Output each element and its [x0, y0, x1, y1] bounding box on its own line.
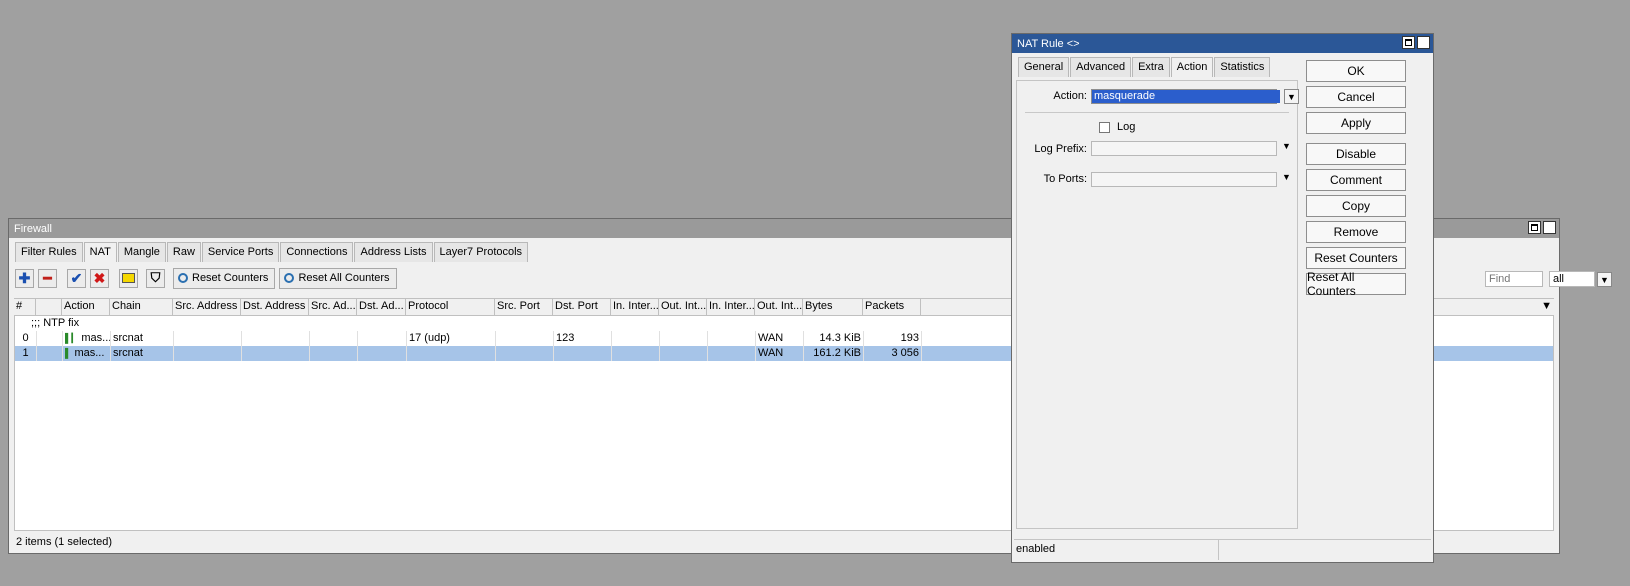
divider: [1025, 112, 1289, 113]
col-in-interface-list[interactable]: In. Inter...: [707, 299, 755, 315]
maximize-icon[interactable]: [1528, 221, 1541, 234]
tab-statistics[interactable]: Statistics: [1214, 57, 1271, 77]
remove-button[interactable]: Remove: [1306, 221, 1406, 243]
disable-icon[interactable]: ✖: [90, 268, 109, 288]
reset-all-icon: [284, 273, 295, 283]
reset-counters-button[interactable]: Reset Counters: [173, 267, 276, 289]
tab-general[interactable]: General: [1018, 57, 1070, 77]
log-checkbox[interactable]: [1099, 122, 1110, 133]
col-out-interface-list[interactable]: Out. Int...: [755, 299, 803, 315]
maximize-icon[interactable]: [1402, 36, 1415, 49]
to-ports-dropdown-icon[interactable]: ▼: [1282, 172, 1291, 182]
action-dropdown-icon[interactable]: ▼: [1284, 89, 1299, 104]
col-chain[interactable]: Chain: [110, 299, 173, 315]
nat-rule-window: NAT Rule <> General Advanced Extra Actio…: [1011, 33, 1434, 563]
firewall-title: Firewall: [14, 222, 52, 235]
add-icon[interactable]: ✚: [15, 268, 34, 288]
col-action[interactable]: Action: [62, 299, 110, 315]
col-src-port[interactable]: Src. Port: [495, 299, 553, 315]
apply-button[interactable]: Apply: [1306, 112, 1406, 134]
tab-service-ports[interactable]: Service Ports: [201, 242, 280, 262]
nat-rule-statusbar: enabled: [1014, 539, 1431, 560]
close-icon[interactable]: [1417, 35, 1430, 49]
to-ports-label: To Ports:: [1043, 173, 1087, 185]
comment-icon[interactable]: [119, 268, 138, 288]
col-packets[interactable]: Packets: [863, 299, 921, 315]
col-in-interface[interactable]: In. Inter...: [611, 299, 659, 315]
nat-rule-titlebar[interactable]: NAT Rule <>: [1012, 34, 1433, 53]
rule-status: enabled: [1014, 540, 1219, 560]
col-dst-address[interactable]: Dst. Address: [241, 299, 309, 315]
remove-icon[interactable]: ━: [38, 268, 57, 288]
log-prefix-input[interactable]: [1091, 141, 1277, 156]
copy-button[interactable]: Copy: [1306, 195, 1406, 217]
filter-select[interactable]: all: [1549, 271, 1595, 287]
col-flags[interactable]: [36, 299, 62, 315]
masquerade-icon: ▌: [65, 348, 72, 358]
tab-layer7-protocols[interactable]: Layer7 Protocols: [433, 242, 529, 262]
cancel-button[interactable]: Cancel: [1306, 86, 1406, 108]
tab-advanced[interactable]: Advanced: [1070, 57, 1132, 77]
find-input[interactable]: [1485, 271, 1543, 287]
filter-dropdown-icon[interactable]: ▼: [1597, 272, 1612, 287]
tab-mangle[interactable]: Mangle: [117, 242, 166, 262]
enable-icon[interactable]: ✔: [67, 268, 86, 288]
masquerade-icon: ▌▎: [65, 333, 79, 343]
tab-extra[interactable]: Extra: [1132, 57, 1170, 77]
ok-button[interactable]: OK: [1306, 60, 1406, 82]
log-label: Log: [1117, 121, 1136, 133]
reset-icon: [178, 273, 188, 283]
col-dst-address-list[interactable]: Dst. Ad...: [357, 299, 406, 315]
comment-button[interactable]: Comment: [1306, 169, 1406, 191]
action-panel: Action: masquerade ▼ Log Log Prefix: ▼ T…: [1016, 80, 1299, 529]
tab-address-lists[interactable]: Address Lists: [354, 242, 433, 262]
col-protocol[interactable]: Protocol: [406, 299, 495, 315]
log-prefix-label: Log Prefix:: [1034, 143, 1087, 155]
to-ports-input[interactable]: [1091, 172, 1277, 187]
filter-icon[interactable]: ⛉: [146, 268, 165, 288]
col-num[interactable]: #: [14, 299, 36, 315]
col-dst-port[interactable]: Dst. Port: [553, 299, 611, 315]
disable-button[interactable]: Disable: [1306, 143, 1406, 165]
tab-filter-rules[interactable]: Filter Rules: [15, 242, 83, 262]
tab-connections[interactable]: Connections: [280, 242, 354, 262]
firewall-status: 2 items (1 selected): [16, 536, 112, 548]
col-src-address-list[interactable]: Src. Ad...: [309, 299, 357, 315]
col-src-address[interactable]: Src. Address: [173, 299, 241, 315]
col-bytes[interactable]: Bytes: [803, 299, 863, 315]
col-out-interface[interactable]: Out. Int...: [659, 299, 707, 315]
close-icon[interactable]: [1543, 220, 1556, 234]
tab-raw[interactable]: Raw: [166, 242, 201, 262]
nat-rule-title: NAT Rule <>: [1017, 37, 1080, 50]
log-prefix-dropdown-icon[interactable]: ▼: [1282, 141, 1291, 151]
action-label: Action:: [1053, 90, 1087, 102]
rule-comment: ;;; NTP fix: [31, 317, 80, 329]
reset-counters-button[interactable]: Reset Counters: [1306, 247, 1406, 269]
action-select[interactable]: masquerade: [1091, 89, 1280, 104]
tab-action[interactable]: Action: [1170, 57, 1214, 77]
reset-all-counters-button[interactable]: Reset All Counters: [1306, 270, 1406, 298]
reset-all-counters-button[interactable]: Reset All Counters: [279, 267, 397, 289]
tab-nat[interactable]: NAT: [83, 242, 117, 262]
